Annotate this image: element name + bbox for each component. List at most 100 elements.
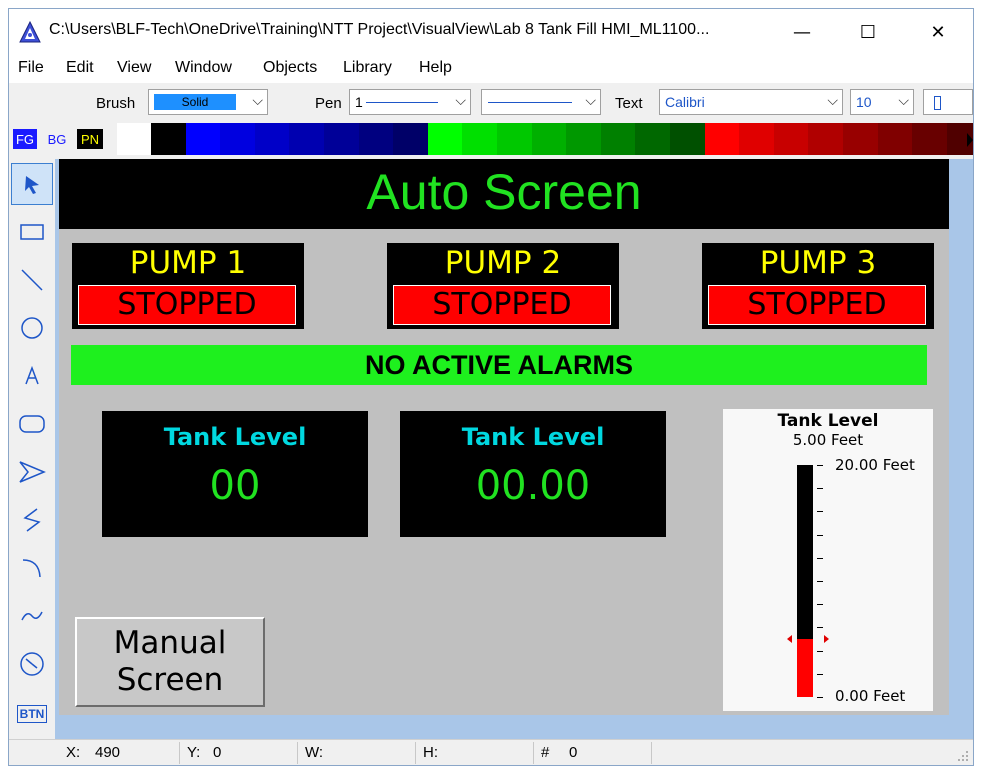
maximize-button[interactable]: ☐ <box>845 9 891 55</box>
status-count-value: 0 <box>569 744 578 761</box>
menu-library[interactable]: Library <box>343 59 392 77</box>
status-w-label: W: <box>305 744 324 761</box>
polygon-tool-icon[interactable] <box>11 451 53 493</box>
font-size-select[interactable]: 10 ⌵ <box>850 89 914 115</box>
menu-edit[interactable]: Edit <box>66 59 94 77</box>
level-title: Tank Level <box>461 423 605 451</box>
status-x-value: 490 <box>95 744 121 761</box>
gauge-tool-icon[interactable] <box>11 643 53 685</box>
color-swatch[interactable] <box>566 123 601 155</box>
color-swatch[interactable] <box>220 123 255 155</box>
drawing-toolbox: BTN <box>9 159 55 744</box>
text-style-icon <box>934 96 941 110</box>
gauge-marker-icons <box>787 635 829 643</box>
color-swatch[interactable] <box>635 123 670 155</box>
text-tool-icon[interactable] <box>11 355 53 397</box>
gauge-min-label: 0.00 Feet <box>835 687 906 705</box>
color-swatch[interactable] <box>393 123 428 155</box>
font-select[interactable]: Calibri ⌵ <box>659 89 843 115</box>
pen-style-select[interactable]: ⌵ <box>481 89 601 115</box>
color-swatch[interactable] <box>254 123 290 155</box>
pump-status: STOPPED <box>78 285 296 325</box>
pen-color-selector[interactable]: PN <box>77 129 103 149</box>
title-bar: C:\Users\BLF-Tech\OneDrive\Training\NTT … <box>9 9 973 55</box>
color-swatch[interactable] <box>289 123 324 155</box>
color-swatch[interactable] <box>358 123 394 155</box>
color-swatch[interactable] <box>912 123 947 155</box>
tank-level-bar-gauge[interactable]: Tank Level 5.00 Feet 20.00 Feet 0.00 Fee… <box>723 409 933 711</box>
close-button[interactable]: ✕ <box>915 9 961 55</box>
tank-level-display-2[interactable]: Tank Level 00.00 <box>400 411 666 537</box>
alarm-banner[interactable]: NO ACTIVE ALARMS <box>71 345 927 385</box>
level-value: 00.00 <box>475 463 591 509</box>
color-palette: FG BG PN <box>9 121 973 157</box>
chevron-down-icon: ⌵ <box>827 93 838 109</box>
chevron-down-icon: ⌵ <box>455 93 466 109</box>
app-icon <box>19 21 41 43</box>
pen-label: Pen <box>315 95 342 112</box>
rounded-rect-tool-icon[interactable] <box>11 403 53 445</box>
color-swatch[interactable] <box>151 123 186 155</box>
color-swatch[interactable] <box>843 123 878 155</box>
app-window: C:\Users\BLF-Tech\OneDrive\Training\NTT … <box>8 8 974 766</box>
button-tool-icon[interactable]: BTN <box>11 693 53 735</box>
rectangle-tool-icon[interactable] <box>11 211 53 253</box>
menu-view[interactable]: View <box>117 59 151 77</box>
manual-screen-button[interactable]: Manual Screen <box>75 617 265 707</box>
tank-level-display-1[interactable]: Tank Level 00 <box>102 411 368 537</box>
pump-2-panel[interactable]: PUMP 2 STOPPED <box>387 243 619 329</box>
gauge-max-label: 20.00 Feet <box>835 456 915 474</box>
text-style-button[interactable] <box>923 89 973 115</box>
color-swatch[interactable] <box>531 123 567 155</box>
color-swatch[interactable] <box>704 123 740 155</box>
minimize-button[interactable]: — <box>779 9 825 55</box>
pump-1-panel[interactable]: PUMP 1 STOPPED <box>72 243 304 329</box>
palette-scroll-right-icon[interactable] <box>967 133 973 147</box>
brush-select[interactable]: Solid ⌵ <box>148 89 268 115</box>
brush-label: Brush <box>96 95 136 112</box>
color-swatch[interactable] <box>670 123 705 155</box>
arc-tool-icon[interactable] <box>11 547 53 589</box>
font-value: Calibri <box>665 94 705 110</box>
bg-color-selector[interactable]: BG <box>43 129 71 149</box>
button-tool-label: BTN <box>16 705 48 723</box>
window-title: C:\Users\BLF-Tech\OneDrive\Training\NTT … <box>49 21 710 38</box>
polyline-tool-icon[interactable] <box>11 499 53 541</box>
color-swatch[interactable] <box>324 123 359 155</box>
menu-objects[interactable]: Objects <box>263 59 317 77</box>
line-tool-icon[interactable] <box>11 259 53 301</box>
pump-status: STOPPED <box>708 285 926 325</box>
color-swatch[interactable] <box>427 123 463 155</box>
chevron-down-icon: ⌵ <box>585 93 596 109</box>
gauge-marker-left-icon <box>787 635 792 643</box>
pump-3-panel[interactable]: PUMP 3 STOPPED <box>702 243 934 329</box>
menu-window[interactable]: Window <box>175 59 232 77</box>
menu-file[interactable]: File <box>18 59 44 77</box>
color-swatch[interactable] <box>497 123 532 155</box>
status-count-label: # <box>541 744 550 761</box>
color-swatch[interactable] <box>462 123 497 155</box>
color-swatch[interactable] <box>739 123 774 155</box>
fg-color-selector[interactable]: FG <box>13 129 37 149</box>
brush-value: Solid <box>154 94 236 110</box>
ellipse-tool-icon[interactable] <box>11 307 53 349</box>
status-divider <box>415 742 416 764</box>
text-label: Text <box>615 95 643 112</box>
curve-tool-icon[interactable] <box>11 595 53 637</box>
menu-bar: File Edit View Window Objects Library He… <box>9 55 973 83</box>
color-swatch[interactable] <box>600 123 636 155</box>
pump-name: PUMP 2 <box>444 245 562 281</box>
menu-help[interactable]: Help <box>419 59 452 77</box>
status-h-label: H: <box>423 744 438 761</box>
color-swatch[interactable] <box>877 123 913 155</box>
color-swatch[interactable] <box>808 123 843 155</box>
color-swatch[interactable] <box>185 123 221 155</box>
pump-status: STOPPED <box>393 285 611 325</box>
pointer-tool-icon[interactable] <box>11 163 53 205</box>
color-swatch[interactable] <box>117 123 151 155</box>
hmi-screen[interactable]: Auto Screen PUMP 1 STOPPED PUMP 2 STOPPE… <box>59 159 949 715</box>
screen-title: Auto Screen <box>366 164 642 220</box>
pen-width-select[interactable]: 1 ⌵ <box>349 89 471 115</box>
color-swatch[interactable] <box>773 123 809 155</box>
resize-grip-icon[interactable] <box>955 748 969 762</box>
